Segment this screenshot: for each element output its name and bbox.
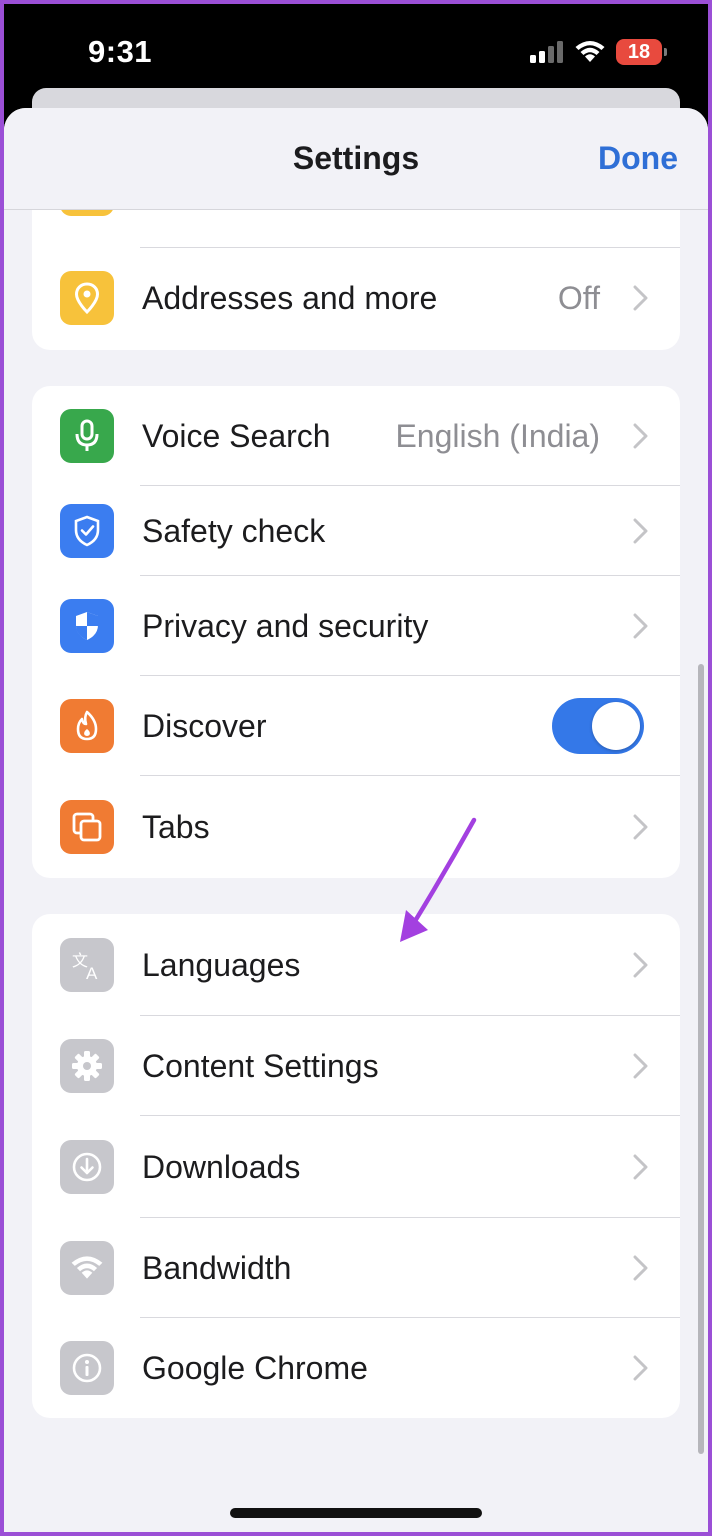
wifi-icon xyxy=(575,41,605,62)
tabs-icon xyxy=(60,800,114,854)
settings-group-2: Voice Search English (India) Safety chec… xyxy=(32,386,680,878)
flame-icon xyxy=(60,699,114,753)
home-indicator[interactable] xyxy=(230,1508,482,1518)
row-label: Safety check xyxy=(142,512,326,549)
row-label: Voice Search xyxy=(142,417,331,454)
settings-row-addresses[interactable]: Addresses and more Off xyxy=(32,248,680,348)
chevron-right-icon xyxy=(633,1255,648,1281)
row-label: Content Settings xyxy=(142,1047,379,1084)
settings-row-privacy[interactable]: Privacy and security xyxy=(32,576,680,676)
translate-icon: 文A xyxy=(60,938,114,992)
chevron-right-icon xyxy=(633,423,648,449)
settings-row-google-chrome[interactable]: Google Chrome xyxy=(32,1318,680,1418)
row-label: Languages xyxy=(142,946,301,983)
row-label: Google Chrome xyxy=(142,1349,368,1386)
row-label: Bandwidth xyxy=(142,1249,292,1286)
settings-group-3: 文A Languages Content Settings Downloads … xyxy=(32,914,680,1418)
battery-icon: 18 xyxy=(616,39,667,65)
settings-row-downloads[interactable]: Downloads xyxy=(32,1116,680,1218)
chevron-right-icon xyxy=(633,613,648,639)
row-value: Off xyxy=(557,279,600,316)
settings-row-voice-search[interactable]: Voice Search English (India) xyxy=(32,386,680,486)
row-label: Discover xyxy=(142,707,267,744)
microphone-icon xyxy=(60,409,114,463)
svg-text:A: A xyxy=(86,964,98,983)
annotation-arrow-icon xyxy=(400,817,477,942)
battery-level: 18 xyxy=(627,40,651,63)
settings-row-bandwidth[interactable]: Bandwidth xyxy=(32,1218,680,1318)
status-time: 9:31 xyxy=(88,34,153,69)
chevron-right-icon xyxy=(633,285,648,311)
status-icons: 18 xyxy=(530,37,667,67)
wifi-icon xyxy=(60,1241,114,1295)
row-label: Tabs xyxy=(142,808,210,845)
discover-toggle[interactable] xyxy=(552,698,644,754)
phone-frame: 9:31 18 Settings Done Addresses and more… xyxy=(4,4,708,1532)
signal-icon xyxy=(530,41,563,63)
chevron-right-icon xyxy=(633,814,648,840)
scrollbar[interactable] xyxy=(698,664,704,1454)
chevron-right-icon xyxy=(633,1355,648,1381)
done-button[interactable]: Done xyxy=(598,140,678,177)
settings-row-languages[interactable]: 文A Languages xyxy=(32,914,680,1016)
row-label: Addresses and more xyxy=(142,279,438,316)
settings-row-discover[interactable]: Discover xyxy=(32,676,680,776)
settings-row-content-settings[interactable]: Content Settings xyxy=(32,1016,680,1116)
gear-icon xyxy=(60,1039,114,1093)
shield-icon xyxy=(60,599,114,653)
toggle-knob xyxy=(592,702,640,750)
chevron-right-icon xyxy=(633,952,648,978)
chevron-right-icon xyxy=(633,1154,648,1180)
row-value: English (India) xyxy=(395,417,600,454)
chevron-right-icon xyxy=(633,1053,648,1079)
chevron-right-icon xyxy=(633,518,648,544)
navigation-bar: Settings Done xyxy=(4,108,708,210)
shield-check-icon xyxy=(60,504,114,558)
download-icon xyxy=(60,1140,114,1194)
info-icon xyxy=(60,1341,114,1395)
row-label: Privacy and security xyxy=(142,607,429,644)
row-label: Downloads xyxy=(142,1148,301,1185)
settings-sheet: Settings Done Addresses and more Off Voi… xyxy=(4,108,708,1532)
settings-row-tabs[interactable]: Tabs xyxy=(32,776,680,878)
status-bar: 9:31 18 xyxy=(4,4,708,96)
location-pin-icon xyxy=(60,271,114,325)
settings-row-safety-check[interactable]: Safety check xyxy=(32,486,680,576)
